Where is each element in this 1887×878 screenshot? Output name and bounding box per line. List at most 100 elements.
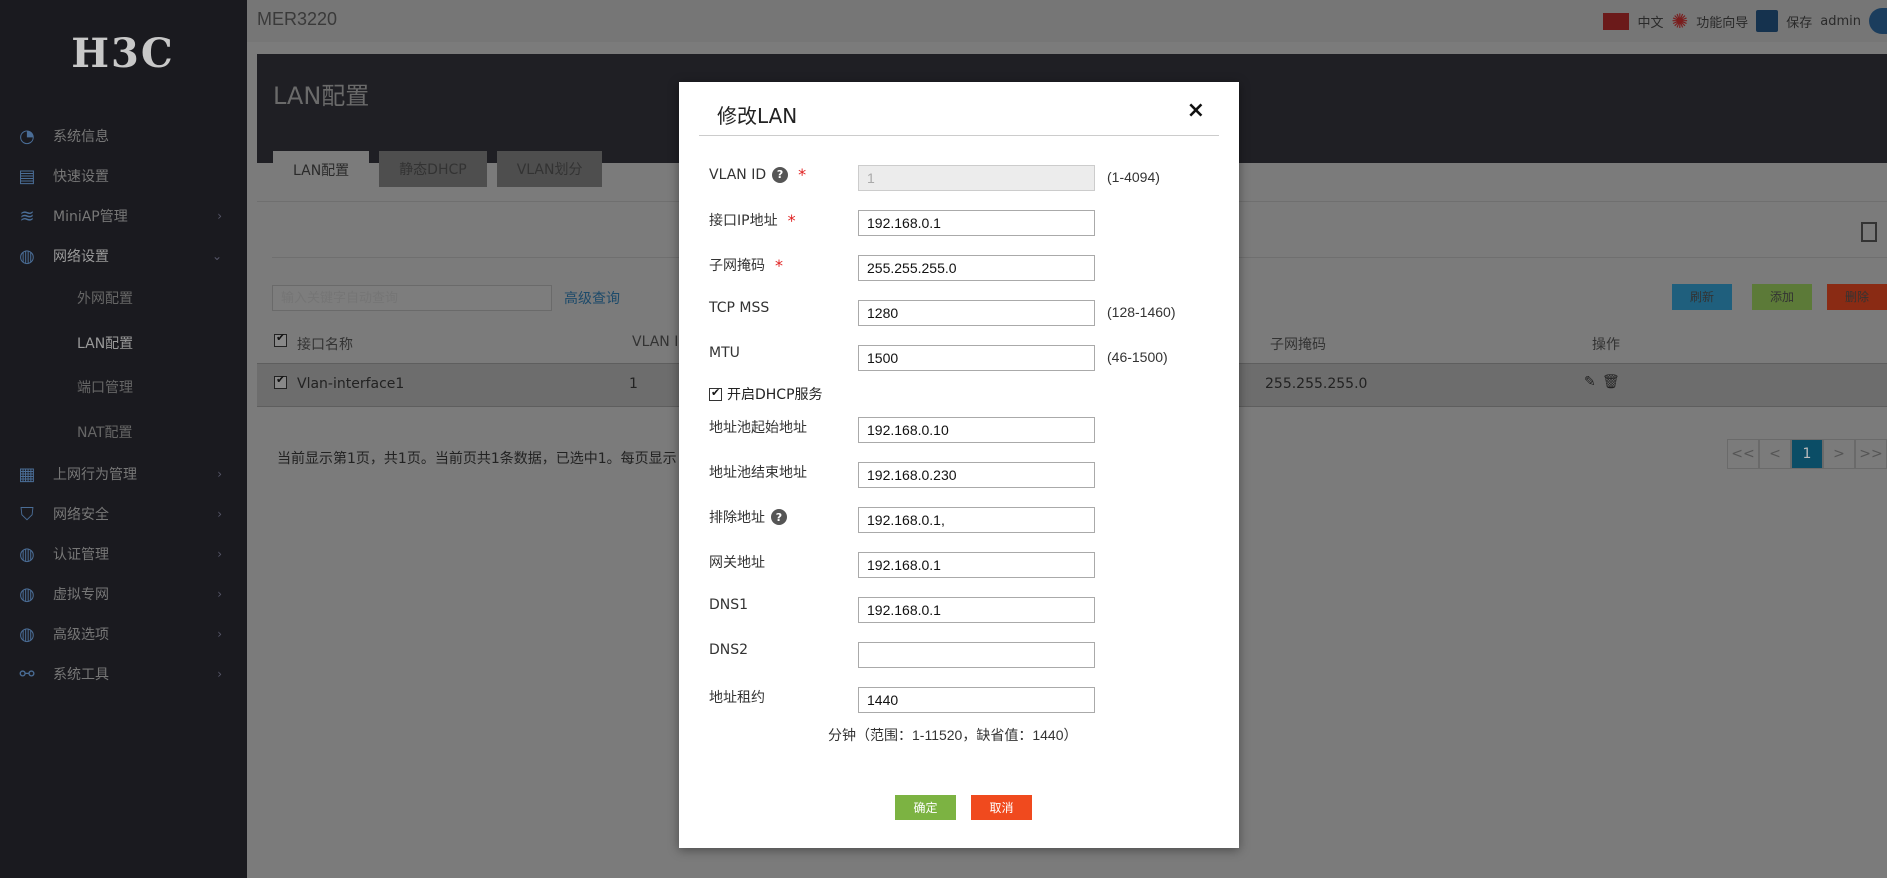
trash-icon[interactable]: 🗑 <box>1602 374 1620 390</box>
tcp-mss-input[interactable] <box>858 300 1095 326</box>
confirm-button[interactable]: 确定 <box>895 795 956 820</box>
sidebar-item-network-settings[interactable]: ◍ 网络设置 ⌄ <box>0 236 247 276</box>
sidebar-item-tools[interactable]: ⚯ 系统工具 › <box>0 654 247 694</box>
user-name[interactable]: admin <box>1820 14 1861 29</box>
lease-input[interactable] <box>858 687 1095 713</box>
sidebar-item-system-info[interactable]: ◔ 系统信息 <box>0 116 247 156</box>
dialog-title: 修改LAN <box>717 104 798 128</box>
column-header-mask[interactable]: 子网掩码 <box>1270 334 1326 354</box>
add-button[interactable]: 添加 <box>1751 284 1812 310</box>
cell-vlan: 1 <box>629 376 638 392</box>
sidebar-subitem-lan[interactable]: LAN配置 <box>0 321 247 366</box>
sidebar-item-label: 认证管理 <box>53 547 109 563</box>
field-dns1: DNS1 <box>709 597 1219 623</box>
search-input[interactable] <box>272 285 552 311</box>
dns2-input[interactable] <box>858 642 1095 668</box>
page-1[interactable]: 1 <box>1791 439 1823 469</box>
field-hint: (1-4094) <box>1107 169 1160 185</box>
field-lease: 地址租约 <box>709 687 1219 713</box>
globe-icon: ◍ <box>19 623 35 645</box>
page-title: LAN配置 <box>273 82 370 110</box>
top-right-tools: 中文 ✺ 功能向导 保存 admin <box>1603 8 1887 34</box>
sidebar-item-label: 系统信息 <box>53 129 109 145</box>
field-label: 地址租约 <box>709 690 765 706</box>
chevron-right-icon: › <box>217 547 222 561</box>
dns1-input[interactable] <box>858 597 1095 623</box>
sidebar-item-auth[interactable]: ◍ 认证管理 › <box>0 534 247 574</box>
field-label: 地址池起始地址 <box>709 420 807 436</box>
field-label: 接口IP地址 * <box>709 210 796 230</box>
sidebar-item-security[interactable]: ⛉ 网络安全 › <box>0 494 247 534</box>
cancel-button[interactable]: 取消 <box>971 795 1032 820</box>
field-ip: 接口IP地址 * <box>709 210 1219 236</box>
sidebar-subitem-wan[interactable]: 外网配置 <box>0 276 247 321</box>
ip-address-input[interactable] <box>858 210 1095 236</box>
page-next[interactable]: > <box>1823 439 1855 469</box>
subnet-mask-input[interactable] <box>858 255 1095 281</box>
sidebar-item-behavior[interactable]: ▦ 上网行为管理 › <box>0 454 247 494</box>
select-all-checkbox[interactable] <box>274 331 287 351</box>
save-icon[interactable] <box>1756 10 1779 32</box>
tab-vlan[interactable]: VLAN划分 <box>496 151 603 187</box>
page-prev[interactable]: < <box>1759 439 1791 469</box>
pool-end-input[interactable] <box>858 462 1095 488</box>
sidebar-item-label: MiniAP管理 <box>53 209 128 225</box>
tab-static-dhcp[interactable]: 静态DHCP <box>379 151 487 187</box>
mtu-input[interactable] <box>858 345 1095 371</box>
dhcp-toggle[interactable]: 开启DHCP服务 <box>709 384 823 404</box>
edit-lan-dialog: 修改LAN × VLAN ID?* (1-4094) 接口IP地址* 子网掩码*… <box>679 82 1239 848</box>
help-icon[interactable]: ? <box>772 166 789 183</box>
dashboard-icon: ◔ <box>19 125 35 147</box>
chevron-right-icon: › <box>217 467 222 481</box>
pagination-info: 当前显示第1页，共1页。当前页共1条数据，已选中1。每页显示： <box>277 451 691 467</box>
row-checkbox[interactable] <box>274 373 287 393</box>
field-label: 网关地址 <box>709 555 765 571</box>
refresh-button[interactable]: 刷新 <box>1671 284 1732 310</box>
page-first[interactable]: << <box>1727 439 1759 469</box>
sidebar-subitem-ports[interactable]: 端口管理 <box>0 365 247 410</box>
dhcp-checkbox[interactable] <box>709 386 722 401</box>
document-icon[interactable] <box>1861 222 1877 242</box>
avatar[interactable] <box>1869 8 1887 34</box>
field-hint: (46-1500) <box>1107 349 1168 365</box>
globe-icon: ◍ <box>19 543 35 565</box>
cell-mask: 255.255.255.0 <box>1265 376 1368 392</box>
gateway-input[interactable] <box>858 552 1095 578</box>
tab-lan[interactable]: LAN配置 <box>273 151 370 189</box>
sidebar-nav: ◔ 系统信息 ▤ 快速设置 ≋ MiniAP管理 › ◍ 网络设置 ⌄ 外网配置… <box>0 116 247 694</box>
sidebar-item-quick-setup[interactable]: ▤ 快速设置 <box>0 156 247 196</box>
column-header-actions: 操作 <box>1592 337 1620 353</box>
chevron-right-icon: › <box>217 667 222 681</box>
edit-icon[interactable]: ✎ <box>1584 374 1596 390</box>
chevron-down-icon: ⌄ <box>211 249 222 263</box>
wizard-link[interactable]: 功能向导 <box>1696 12 1748 31</box>
link-icon: ⚯ <box>19 663 35 685</box>
pool-start-input[interactable] <box>858 417 1095 443</box>
language-link[interactable]: 中文 <box>1637 12 1663 31</box>
delete-button[interactable]: 删除 <box>1826 284 1887 310</box>
device-model: MER3220 <box>257 9 338 29</box>
sidebar-item-miniap[interactable]: ≋ MiniAP管理 › <box>0 196 247 236</box>
help-icon[interactable]: ? <box>771 509 787 525</box>
field-label: MTU <box>709 345 740 361</box>
sidebar-item-label: 系统工具 <box>53 667 109 683</box>
field-label: TCP MSS <box>709 300 770 316</box>
save-link[interactable]: 保存 <box>1786 12 1812 31</box>
exclude-address-input[interactable] <box>858 507 1095 533</box>
column-header-name[interactable]: 接口名称 <box>297 334 353 354</box>
china-flag-icon[interactable] <box>1603 12 1630 30</box>
chevron-right-icon: › <box>217 587 222 601</box>
sidebar-item-advanced[interactable]: ◍ 高级选项 › <box>0 614 247 654</box>
wizard-icon[interactable]: ✺ <box>1671 9 1688 33</box>
page-last[interactable]: >> <box>1855 439 1887 469</box>
close-icon[interactable]: × <box>1187 98 1205 123</box>
tab-bar: LAN配置 静态DHCP VLAN划分 <box>273 151 603 189</box>
sidebar-subitem-nat[interactable]: NAT配置 <box>0 410 247 455</box>
dhcp-label: 开启DHCP服务 <box>727 387 823 403</box>
chevron-right-icon: › <box>217 507 222 521</box>
advanced-search-link[interactable]: 高级查询 <box>564 288 620 308</box>
divider <box>699 135 1219 136</box>
sidebar-item-label: 快速设置 <box>53 169 109 185</box>
sidebar-item-vpn[interactable]: ◍ 虚拟专网 › <box>0 574 247 614</box>
field-vlan-id: VLAN ID?* (1-4094) <box>709 165 1219 191</box>
